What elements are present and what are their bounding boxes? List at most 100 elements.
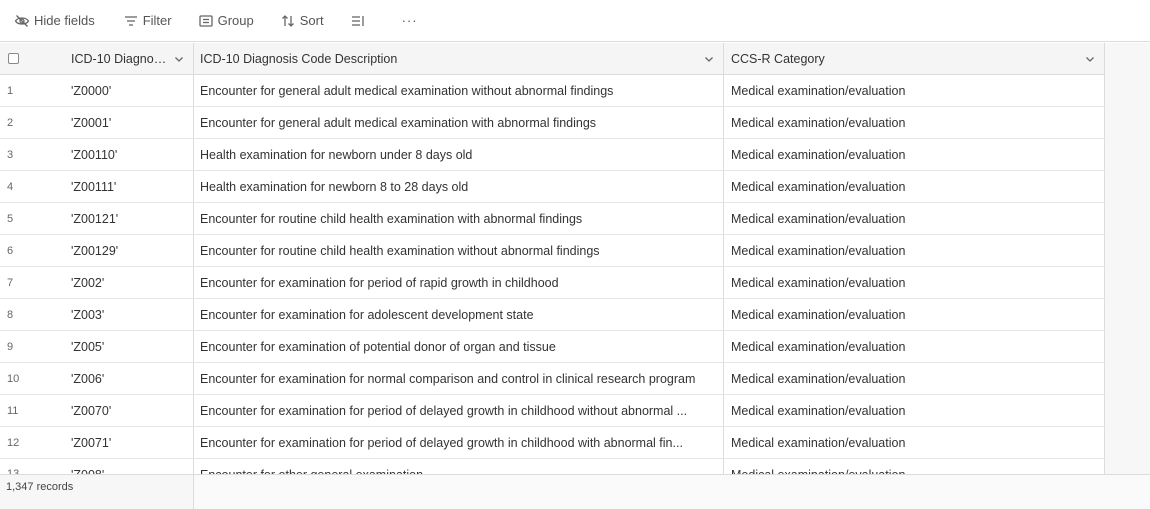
description-cell-text: Encounter for general adult medical exam… <box>200 115 597 130</box>
category-cell[interactable]: Medical examination/evaluation <box>724 235 1105 266</box>
description-cell[interactable]: Encounter for examination for period of … <box>194 427 724 458</box>
column-header-code[interactable]: ICD-10 Diagnos... <box>64 43 194 74</box>
description-cell[interactable]: Encounter for examination for normal com… <box>194 363 724 394</box>
hide-fields-button[interactable]: Hide fields <box>8 8 101 34</box>
category-cell[interactable]: Medical examination/evaluation <box>724 395 1105 426</box>
table-row[interactable]: 2 'Z0001' Encounter for general adult medi… <box>0 107 1105 139</box>
description-cell-text: Encounter for examination for normal com… <box>200 371 696 386</box>
code-cell[interactable]: 'Z00110' <box>64 139 194 170</box>
code-cell[interactable]: 'Z008' <box>64 459 194 474</box>
category-cell[interactable]: Medical examination/evaluation <box>724 75 1105 106</box>
view-toolbar: Hide fields Filter Group Sort ··· <box>0 0 1150 42</box>
row-number-text: 1 <box>7 84 14 97</box>
code-cell-text: 'Z003' <box>71 307 105 322</box>
table-row[interactable]: 1 'Z0000' Encounter for general adult medi… <box>0 75 1105 107</box>
select-all-checkbox[interactable] <box>8 53 19 64</box>
row-number-text: 11 <box>7 404 19 417</box>
chevron-down-icon[interactable] <box>169 54 189 64</box>
table-row[interactable]: 13'Z008'Encounter for other general exam… <box>0 459 1105 474</box>
code-cell[interactable]: 'Z0071' <box>64 427 194 458</box>
code-cell[interactable]: 'Z005' <box>64 331 194 362</box>
records-table: ICD-10 Diagnos... ICD-10 Diagnosis Code … <box>0 43 1105 474</box>
description-cell[interactable]: Encounter for examination for period of … <box>194 267 724 298</box>
more-options-button[interactable]: ··· <box>396 8 424 34</box>
code-cell-text: 'Z0070' <box>71 403 112 418</box>
filter-button[interactable]: Filter <box>117 8 178 34</box>
description-cell-text: Health examination for newborn under 8 d… <box>200 147 473 162</box>
code-cell[interactable]: 'Z00111' <box>64 171 194 202</box>
row-number-text: 3 <box>7 148 14 161</box>
column-header-description-label: ICD-10 Diagnosis Code Description <box>200 51 398 66</box>
table-row[interactable]: 3 'Z00110' Health examination for newborn … <box>0 139 1105 171</box>
category-cell[interactable]: Medical examination/evaluation <box>724 427 1105 458</box>
sort-arrows-icon <box>280 13 296 29</box>
row-number: 10 <box>0 363 64 394</box>
table-row[interactable]: 6 'Z00129' Encounter for routine child hea… <box>0 235 1105 267</box>
category-cell[interactable]: Medical examination/evaluation <box>724 171 1105 202</box>
code-cell[interactable]: 'Z002' <box>64 267 194 298</box>
code-cell-text: 'Z0071' <box>71 435 112 450</box>
category-cell[interactable]: Medical examination/evaluation <box>724 331 1105 362</box>
eye-off-icon <box>14 13 30 29</box>
select-all-cell <box>0 43 64 74</box>
category-cell[interactable]: Medical examination/evaluation <box>724 203 1105 234</box>
group-button[interactable]: Group <box>192 8 260 34</box>
column-header-category-label: CCS-R Category <box>731 51 825 66</box>
category-cell[interactable]: Medical examination/evaluation <box>724 299 1105 330</box>
column-header-category[interactable]: CCS-R Category <box>724 43 1105 74</box>
description-cell[interactable]: Encounter for other general examination <box>194 459 724 474</box>
code-cell[interactable]: 'Z003' <box>64 299 194 330</box>
sort-button[interactable]: Sort <box>274 8 330 34</box>
description-cell-text: Encounter for examination for adolescent… <box>200 307 534 322</box>
table-row[interactable]: 10 'Z006' Encounter for examination for no… <box>0 363 1105 395</box>
description-cell[interactable]: Health examination for newborn 8 to 28 d… <box>194 171 724 202</box>
category-cell-text: Medical examination/evaluation <box>731 275 906 290</box>
description-cell[interactable]: Encounter for routine child health exami… <box>194 235 724 266</box>
table-row[interactable]: 4 'Z00111' Health examination for newborn … <box>0 171 1105 203</box>
grid-footer: 1,347 records <box>0 474 1150 509</box>
code-cell[interactable]: 'Z0070' <box>64 395 194 426</box>
code-cell-text: 'Z00111' <box>71 179 117 194</box>
code-cell[interactable]: 'Z00129' <box>64 235 194 266</box>
category-cell-text: Medical examination/evaluation <box>731 371 906 386</box>
code-cell-text: 'Z0000' <box>71 83 112 98</box>
table-row[interactable]: 9 'Z005' Encounter for examination of pote… <box>0 331 1105 363</box>
code-cell[interactable]: 'Z006' <box>64 363 194 394</box>
group-label: Group <box>217 13 254 28</box>
row-number: 8 <box>0 299 64 330</box>
category-cell[interactable]: Medical examination/evaluation <box>724 363 1105 394</box>
category-cell[interactable]: Medical examination/evaluation <box>724 107 1105 138</box>
table-row[interactable]: 7 'Z002' Encounter for examination for per… <box>0 267 1105 299</box>
description-cell-text: Encounter for examination of potential d… <box>200 339 556 354</box>
row-number: 6 <box>0 235 64 266</box>
table-header: ICD-10 Diagnos... ICD-10 Diagnosis Code … <box>0 43 1105 75</box>
table-row[interactable]: 8 'Z003' Encounter for examination for ado… <box>0 299 1105 331</box>
table-row[interactable]: 11 'Z0070' Encounter for examination for p… <box>0 395 1105 427</box>
code-cell[interactable]: 'Z0000' <box>64 75 194 106</box>
row-number-text: 6 <box>7 244 14 257</box>
description-cell[interactable]: Encounter for examination of potential d… <box>194 331 724 362</box>
column-header-description[interactable]: ICD-10 Diagnosis Code Description <box>194 43 724 74</box>
category-cell[interactable]: Medical examination/evaluation <box>724 459 1105 474</box>
grid-view: ICD-10 Diagnos... ICD-10 Diagnosis Code … <box>0 43 1150 474</box>
description-cell[interactable]: Health examination for newborn under 8 d… <box>194 139 724 170</box>
category-cell[interactable]: Medical examination/evaluation <box>724 267 1105 298</box>
table-row[interactable]: 12 'Z0071' Encounter for examination for p… <box>0 427 1105 459</box>
description-cell[interactable]: Encounter for examination for adolescent… <box>194 299 724 330</box>
table-row[interactable]: 5 'Z00121' Encounter for routine child hea… <box>0 203 1105 235</box>
description-cell[interactable]: Encounter for general adult medical exam… <box>194 107 724 138</box>
description-cell-text: Encounter for examination for period of … <box>200 435 683 450</box>
description-cell[interactable]: Encounter for general adult medical exam… <box>194 75 724 106</box>
description-cell[interactable]: Encounter for routine child health exami… <box>194 203 724 234</box>
description-cell-text: Encounter for general adult medical exam… <box>200 83 614 98</box>
chevron-down-icon[interactable] <box>1080 54 1100 64</box>
category-cell[interactable]: Medical examination/evaluation <box>724 139 1105 170</box>
row-height-button[interactable] <box>344 8 376 34</box>
code-cell-text: 'Z0001' <box>71 115 112 130</box>
description-cell[interactable]: Encounter for examination for period of … <box>194 395 724 426</box>
code-cell[interactable]: 'Z00121' <box>64 203 194 234</box>
chevron-down-icon[interactable] <box>699 54 719 64</box>
code-cell[interactable]: 'Z0001' <box>64 107 194 138</box>
description-cell-text: Encounter for examination for period of … <box>200 403 688 418</box>
row-number-text: 10 <box>7 372 20 385</box>
